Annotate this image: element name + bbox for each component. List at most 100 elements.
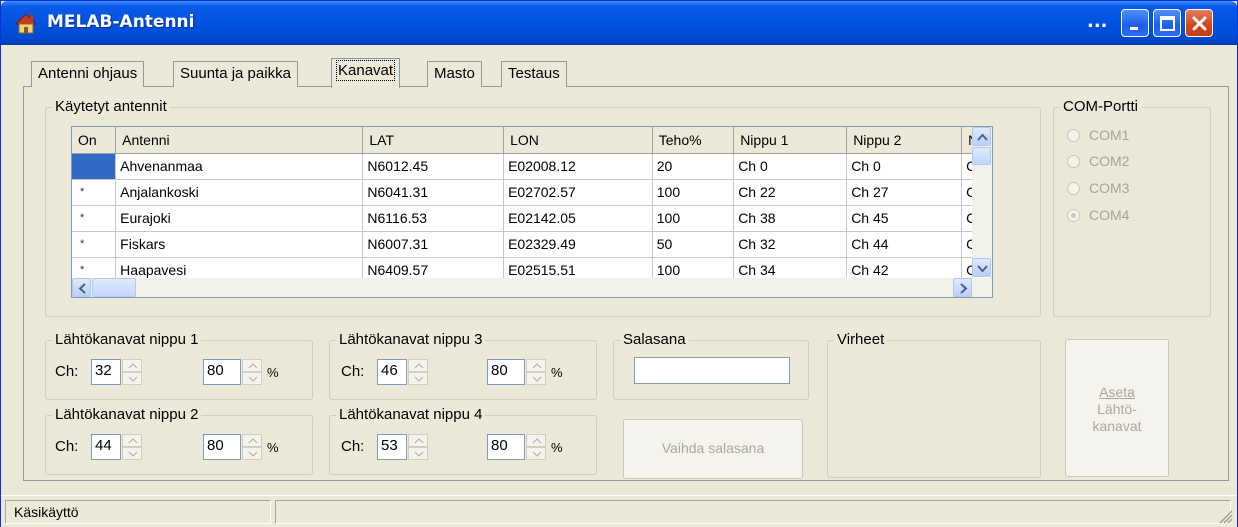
cell-lon[interactable]: E02702.57 bbox=[503, 179, 653, 206]
cell-nippu1[interactable]: Ch 38 bbox=[733, 205, 848, 232]
spin-up-button[interactable] bbox=[526, 359, 546, 372]
cell-nippu2[interactable]: Ch 27 bbox=[846, 179, 963, 206]
cell-on[interactable] bbox=[72, 153, 117, 180]
tab-antenni-ohjaus[interactable]: Antenni ohjaus bbox=[31, 61, 145, 87]
power-spinner[interactable] bbox=[242, 359, 262, 385]
column-header-lat[interactable]: LAT bbox=[362, 127, 505, 154]
cell-lat[interactable]: N6007.31 bbox=[362, 231, 505, 258]
cell-on[interactable]: * bbox=[72, 205, 117, 232]
radio-dot bbox=[1067, 209, 1080, 222]
channel-spinner[interactable] bbox=[408, 359, 428, 385]
column-header-nippu2[interactable]: Nippu 2 bbox=[846, 127, 963, 154]
spin-down-button[interactable] bbox=[408, 372, 428, 385]
spin-down-button[interactable] bbox=[242, 447, 262, 460]
spin-up-button[interactable] bbox=[526, 434, 546, 447]
channel-input[interactable]: 53 bbox=[377, 434, 407, 460]
cell-nippu2[interactable]: Ch 0 bbox=[846, 153, 963, 180]
tab-suunta-ja-paikka[interactable]: Suunta ja paikka bbox=[173, 61, 298, 87]
power-input[interactable]: 80 bbox=[203, 359, 241, 385]
status-bar: Käsikäyttö bbox=[1, 495, 1237, 527]
spin-down-button[interactable] bbox=[122, 372, 142, 385]
cell-antenni[interactable]: Fiskars bbox=[115, 231, 364, 258]
cell-lat[interactable]: N6116.53 bbox=[362, 205, 505, 232]
cell-antenni[interactable]: Eurajoki bbox=[115, 205, 364, 232]
spin-down-button[interactable] bbox=[526, 372, 546, 385]
tab-kanavat[interactable]: Kanavat bbox=[331, 58, 401, 88]
power-spinner[interactable] bbox=[242, 434, 262, 460]
table-row[interactable]: * Eurajoki N6116.53 E02142.05 100 Ch 38 … bbox=[72, 205, 992, 232]
scroll-down-button[interactable] bbox=[972, 258, 991, 277]
table-row[interactable]: * Fiskars N6007.31 E02329.49 50 Ch 32 Ch… bbox=[72, 231, 992, 258]
cell-on[interactable]: * bbox=[72, 231, 117, 258]
cell-teho[interactable]: 50 bbox=[652, 231, 735, 258]
scroll-up-button[interactable] bbox=[972, 127, 991, 146]
arrow-up-icon bbox=[128, 438, 138, 444]
change-password-button[interactable]: Vaihda salasana bbox=[623, 419, 803, 479]
cell-nippu2[interactable]: Ch 44 bbox=[846, 231, 963, 258]
column-header-antenni[interactable]: Antenni bbox=[115, 127, 364, 154]
cell-teho[interactable]: 100 bbox=[652, 205, 735, 232]
power-input[interactable]: 80 bbox=[487, 359, 525, 385]
scroll-left-button[interactable] bbox=[72, 278, 91, 297]
cell-lat[interactable]: N6041.31 bbox=[362, 179, 505, 206]
cell-nippu2[interactable]: Ch 45 bbox=[846, 205, 963, 232]
spin-down-button[interactable] bbox=[122, 447, 142, 460]
set-button-line1: Aseta bbox=[1099, 384, 1135, 400]
spin-up-button[interactable] bbox=[122, 434, 142, 447]
table-horizontal-scrollbar[interactable] bbox=[72, 278, 992, 297]
spin-up-button[interactable] bbox=[242, 359, 262, 372]
table-row[interactable]: * Anjalankoski N6041.31 E02702.57 100 Ch… bbox=[72, 179, 992, 206]
extra-menu-button[interactable]: ... bbox=[1087, 11, 1108, 32]
channel-spinner[interactable] bbox=[122, 434, 142, 460]
table-vertical-scrollbar[interactable] bbox=[972, 127, 992, 277]
spin-up-button[interactable] bbox=[122, 359, 142, 372]
spin-down-button[interactable] bbox=[408, 447, 428, 460]
cell-on[interactable]: * bbox=[72, 179, 117, 206]
minimize-button[interactable] bbox=[1121, 9, 1149, 37]
chevron-down-icon bbox=[977, 265, 988, 273]
arrow-up-icon bbox=[248, 363, 258, 369]
resize-grip-icon[interactable] bbox=[1217, 508, 1233, 524]
cell-antenni[interactable]: Ahvenanmaa bbox=[115, 153, 364, 180]
cell-lon[interactable]: E02142.05 bbox=[503, 205, 653, 232]
column-header-on[interactable]: On bbox=[72, 127, 117, 154]
cell-nippu1[interactable]: Ch 32 bbox=[733, 231, 848, 258]
channel-input[interactable]: 46 bbox=[377, 359, 407, 385]
cell-lon[interactable]: E02329.49 bbox=[503, 231, 653, 258]
spin-up-button[interactable] bbox=[408, 359, 428, 372]
cell-nippu1[interactable]: Ch 22 bbox=[733, 179, 848, 206]
table-row[interactable]: Ahvenanmaa N6012.45 E02008.12 20 Ch 0 Ch… bbox=[72, 153, 992, 180]
channel-spinner[interactable] bbox=[408, 434, 428, 460]
spin-down-button[interactable] bbox=[242, 372, 262, 385]
password-field[interactable] bbox=[634, 357, 790, 384]
power-input[interactable]: 80 bbox=[203, 434, 241, 460]
cell-nippu1[interactable]: Ch 0 bbox=[733, 153, 848, 180]
scroll-right-button[interactable] bbox=[953, 278, 972, 297]
spin-down-button[interactable] bbox=[526, 447, 546, 460]
spin-up-button[interactable] bbox=[408, 434, 428, 447]
channel-spinner[interactable] bbox=[122, 359, 142, 385]
cell-lon[interactable]: E02008.12 bbox=[503, 153, 653, 180]
column-header-nippu1[interactable]: Nippu 1 bbox=[733, 127, 848, 154]
cell-antenni[interactable]: Anjalankoski bbox=[115, 179, 364, 206]
power-input[interactable]: 80 bbox=[487, 434, 525, 460]
vertical-scroll-thumb[interactable] bbox=[972, 147, 991, 165]
tab-testaus[interactable]: Testaus bbox=[501, 61, 567, 87]
cell-teho[interactable]: 100 bbox=[652, 179, 735, 206]
channel-input[interactable]: 32 bbox=[91, 359, 121, 385]
power-spinner[interactable] bbox=[526, 434, 546, 460]
title-bar[interactable]: MELAB-Antenni ... bbox=[1, 1, 1237, 45]
channel-input[interactable]: 44 bbox=[91, 434, 121, 460]
spin-up-button[interactable] bbox=[242, 434, 262, 447]
set-output-channels-button[interactable]: Aseta Lähtö- kanavat bbox=[1065, 339, 1169, 477]
column-header-teho[interactable]: Teho% bbox=[652, 127, 735, 154]
close-button[interactable] bbox=[1185, 9, 1213, 37]
tab-masto[interactable]: Masto bbox=[427, 61, 482, 87]
arrow-down-icon bbox=[248, 376, 258, 382]
horizontal-scroll-thumb[interactable] bbox=[92, 278, 136, 297]
cell-lat[interactable]: N6012.45 bbox=[362, 153, 505, 180]
column-header-lon[interactable]: LON bbox=[503, 127, 653, 154]
cell-teho[interactable]: 20 bbox=[652, 153, 735, 180]
power-spinner[interactable] bbox=[526, 359, 546, 385]
maximize-button[interactable] bbox=[1153, 9, 1181, 37]
